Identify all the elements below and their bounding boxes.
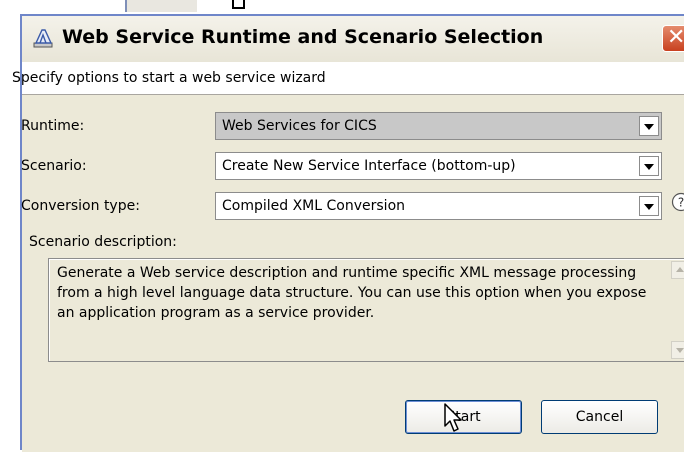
close-button[interactable]: ✕: [662, 25, 684, 52]
chevron-down-icon[interactable]: [639, 116, 659, 136]
title-bar[interactable]: Web Service Runtime and Scenario Selecti…: [22, 16, 684, 62]
scroll-up-button[interactable]: [671, 261, 684, 279]
header-description: Specify options to start a web service w…: [12, 70, 326, 86]
scenario-label: Scenario:: [21, 158, 87, 174]
scenario-value: Create New Service Interface (bottom-up): [222, 158, 516, 174]
cancel-button[interactable]: Cancel: [541, 400, 658, 434]
scroll-down-button[interactable]: [671, 341, 684, 359]
background-icon: [232, 0, 245, 9]
close-icon: ✕: [667, 25, 684, 50]
mouse-cursor-icon: [443, 402, 465, 434]
scenario-description-text: Generate a Web service description and r…: [57, 263, 647, 323]
scenario-combo[interactable]: Create New Service Interface (bottom-up): [215, 152, 662, 180]
chevron-down-icon[interactable]: [639, 156, 659, 176]
header-strip: Specify options to start a web service w…: [22, 62, 684, 95]
svg-text:?: ?: [678, 196, 684, 210]
background-toolbar: [125, 0, 197, 12]
dialog-body: Specify options to start a web service w…: [22, 62, 684, 452]
wizard-icon: [32, 27, 54, 49]
dialog-title: Web Service Runtime and Scenario Selecti…: [62, 26, 543, 48]
background-window: [0, 0, 684, 12]
scenario-description-label: Scenario description:: [29, 234, 177, 250]
runtime-value: Web Services for CICS: [222, 118, 377, 134]
runtime-combo[interactable]: Web Services for CICS: [215, 112, 662, 140]
runtime-label: Runtime:: [21, 118, 84, 134]
conversion-type-label: Conversion type:: [21, 198, 140, 214]
dialog-window: Web Service Runtime and Scenario Selecti…: [20, 14, 684, 450]
help-icon[interactable]: ?: [671, 192, 684, 212]
conversion-type-combo[interactable]: Compiled XML Conversion: [215, 192, 662, 220]
conversion-type-value: Compiled XML Conversion: [222, 198, 405, 214]
chevron-down-icon[interactable]: [639, 196, 659, 216]
scenario-description-box: Generate a Web service description and r…: [48, 258, 684, 362]
